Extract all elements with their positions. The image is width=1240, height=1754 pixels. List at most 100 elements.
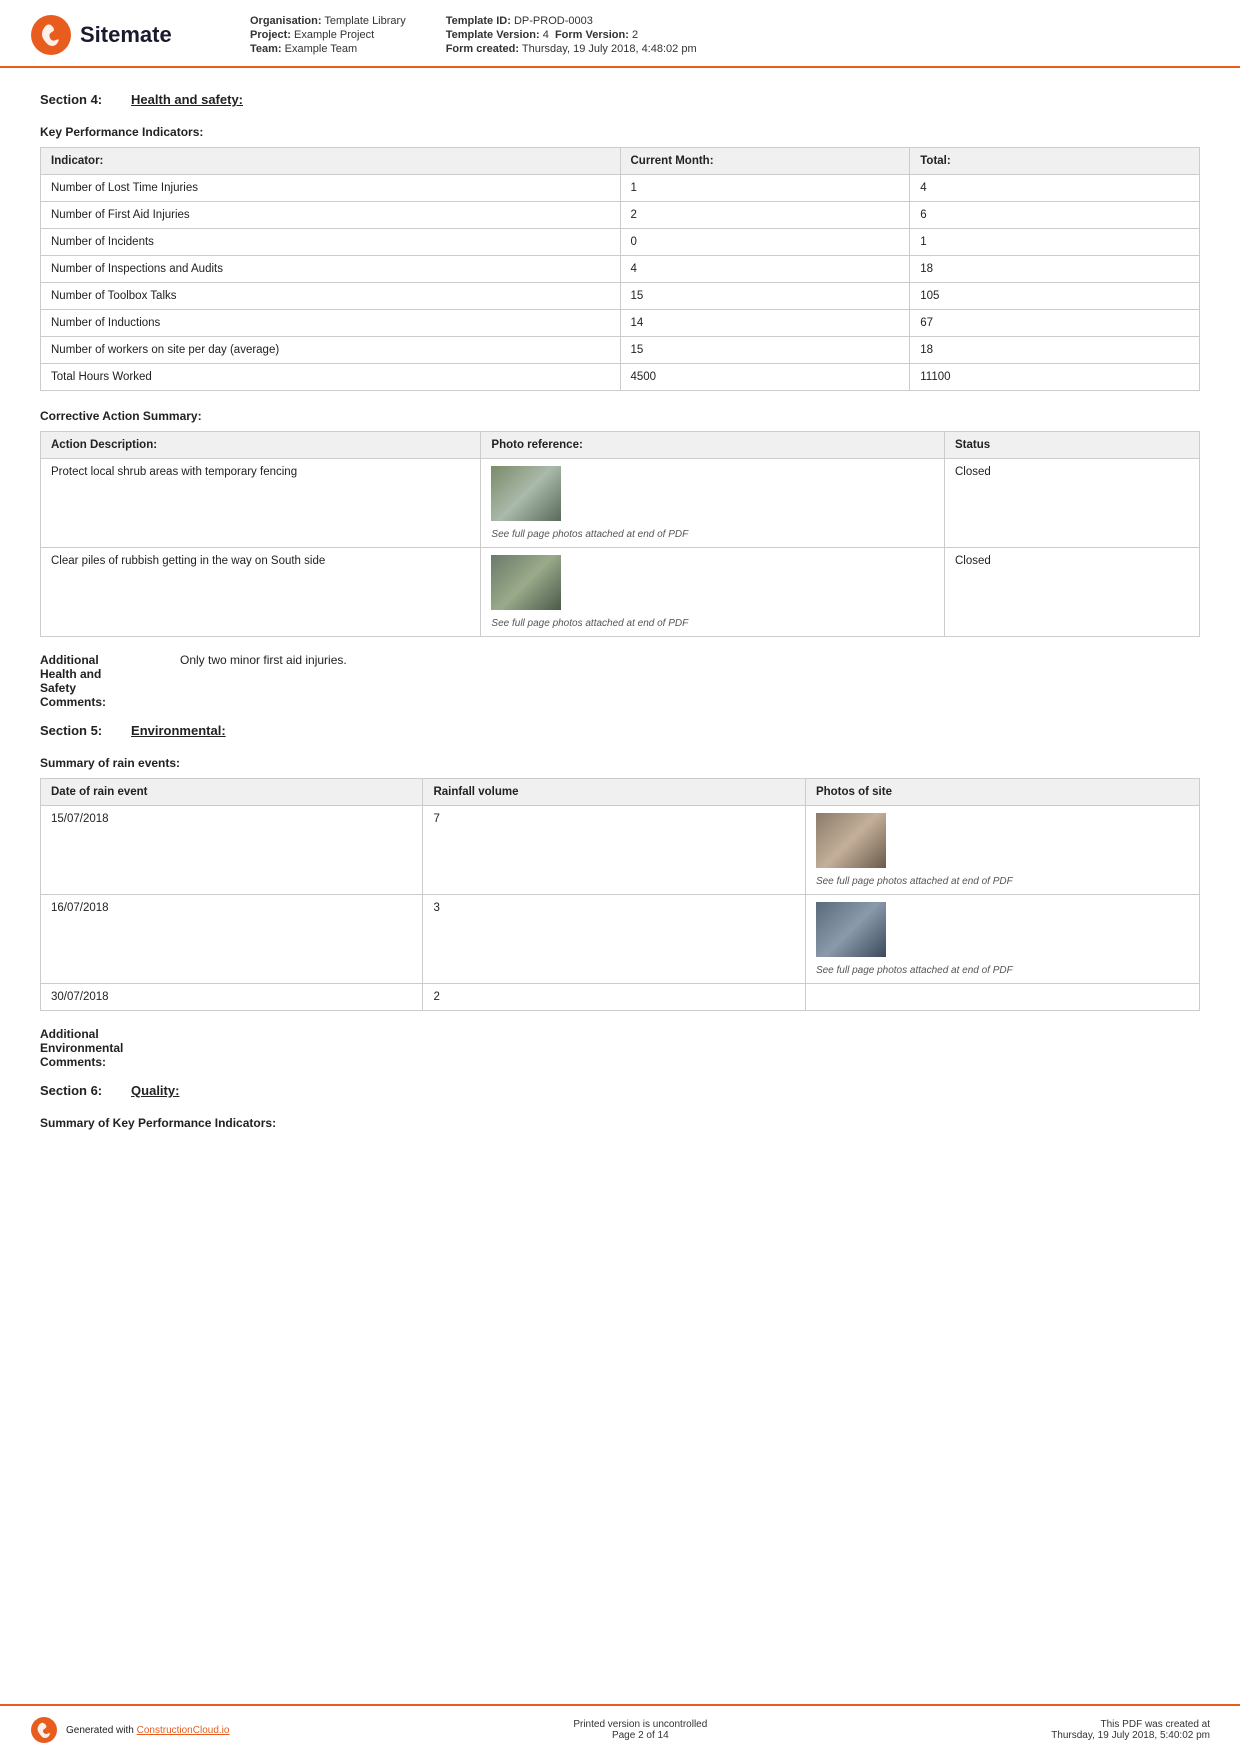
section5-heading: Section 5: Environmental:	[40, 723, 1200, 738]
rain-date: 15/07/2018	[41, 806, 423, 895]
rain-volume: 7	[423, 806, 805, 895]
rain-volume: 3	[423, 895, 805, 984]
meta-right: Template ID: DP-PROD-0003 Template Versi…	[446, 15, 697, 55]
rain-col-volume: Rainfall volume	[423, 779, 805, 806]
table-row: Protect local shrub areas with temporary…	[41, 459, 1200, 548]
kpi-total: 6	[910, 202, 1200, 229]
table-row: Number of Lost Time Injuries 1 4	[41, 175, 1200, 202]
kpi-total: 18	[910, 256, 1200, 283]
kpi-indicator: Number of First Aid Injuries	[41, 202, 621, 229]
ca-description: Clear piles of rubbish getting in the wa…	[41, 548, 481, 637]
rain-col-date: Date of rain event	[41, 779, 423, 806]
kpi-total: 11100	[910, 364, 1200, 391]
kpi-col-total: Total:	[910, 148, 1200, 175]
health-comments-text: Only two minor first aid injuries.	[180, 653, 347, 709]
table-row: Number of First Aid Injuries 2 6	[41, 202, 1200, 229]
kpi-month: 1	[620, 175, 910, 202]
rain-events-table: Date of rain event Rainfall volume Photo…	[40, 778, 1200, 1011]
kpi-total: 18	[910, 337, 1200, 364]
kpi-indicator: Number of Inductions	[41, 310, 621, 337]
photo-thumbnail	[491, 466, 561, 521]
kpi-month: 15	[620, 283, 910, 310]
photo-thumbnail	[491, 555, 561, 610]
kpi-month: 4500	[620, 364, 910, 391]
page-footer: Generated with ConstructionCloud.io Prin…	[0, 1704, 1240, 1754]
ca-photo: See full page photos attached at end of …	[481, 548, 945, 637]
table-row: Number of workers on site per day (avera…	[41, 337, 1200, 364]
logo-text: Sitemate	[80, 22, 172, 48]
kpi-col-indicator: Indicator:	[41, 148, 621, 175]
meta-left: Organisation: Template Library Project: …	[250, 15, 406, 55]
photo-caption: See full page photos attached at end of …	[491, 618, 688, 629]
rain-photos	[805, 984, 1199, 1011]
footer-logo-icon	[30, 1716, 58, 1744]
ca-description: Protect local shrub areas with temporary…	[41, 459, 481, 548]
quality-kpi-heading: Summary of Key Performance Indicators:	[40, 1116, 1200, 1130]
table-row: 30/07/2018 2	[41, 984, 1200, 1011]
kpi-total: 4	[910, 175, 1200, 202]
form-created-row: Form created: Thursday, 19 July 2018, 4:…	[446, 43, 697, 55]
project-row: Project: Example Project	[250, 29, 406, 41]
logo-area: Sitemate	[30, 14, 210, 56]
kpi-month: 15	[620, 337, 910, 364]
ca-col-photo: Photo reference:	[481, 432, 945, 459]
kpi-table: Indicator: Current Month: Total: Number …	[40, 147, 1200, 391]
org-row: Organisation: Template Library	[250, 15, 406, 27]
rain-col-photos: Photos of site	[805, 779, 1199, 806]
table-row: Number of Inductions 14 67	[41, 310, 1200, 337]
kpi-indicator: Number of Lost Time Injuries	[41, 175, 621, 202]
section4-heading: Section 4: Health and safety:	[40, 92, 1200, 107]
table-row: Number of Toolbox Talks 15 105	[41, 283, 1200, 310]
table-row: Clear piles of rubbish getting in the wa…	[41, 548, 1200, 637]
kpi-indicator: Number of workers on site per day (avera…	[41, 337, 621, 364]
ca-heading: Corrective Action Summary:	[40, 409, 1200, 423]
table-row: Number of Inspections and Audits 4 18	[41, 256, 1200, 283]
header-metadata: Organisation: Template Library Project: …	[250, 15, 1210, 55]
rain-photos: See full page photos attached at end of …	[805, 895, 1199, 984]
kpi-indicator: Number of Inspections and Audits	[41, 256, 621, 283]
main-content: Section 4: Health and safety: Key Perfor…	[0, 68, 1240, 1162]
table-row: 15/07/2018 7 See full page photos attach…	[41, 806, 1200, 895]
ca-status: Closed	[945, 548, 1200, 637]
photo-thumbnail	[816, 813, 886, 868]
footer-right: This PDF was created at Thursday, 19 Jul…	[1051, 1719, 1210, 1741]
table-row: Total Hours Worked 4500 11100	[41, 364, 1200, 391]
table-row: Number of Incidents 0 1	[41, 229, 1200, 256]
kpi-total: 67	[910, 310, 1200, 337]
kpi-indicator: Total Hours Worked	[41, 364, 621, 391]
ca-photo: See full page photos attached at end of …	[481, 459, 945, 548]
rain-heading: Summary of rain events:	[40, 756, 1200, 770]
rain-date: 16/07/2018	[41, 895, 423, 984]
template-version-row: Template Version: 4 Form Version: 2	[446, 29, 697, 41]
photo-caption: See full page photos attached at end of …	[816, 876, 1013, 887]
health-comments-row: AdditionalHealth andSafetyComments: Only…	[40, 653, 1200, 709]
page-header: Sitemate Organisation: Template Library …	[0, 0, 1240, 68]
env-comments-row: AdditionalEnvironmentalComments:	[40, 1027, 1200, 1069]
ca-col-status: Status	[945, 432, 1200, 459]
kpi-heading: Key Performance Indicators:	[40, 125, 1200, 139]
kpi-month: 4	[620, 256, 910, 283]
kpi-total: 105	[910, 283, 1200, 310]
footer-left: Generated with ConstructionCloud.io	[30, 1716, 229, 1744]
table-row: 16/07/2018 3 See full page photos attach…	[41, 895, 1200, 984]
team-row: Team: Example Team	[250, 43, 406, 55]
section6-heading: Section 6: Quality:	[40, 1083, 1200, 1098]
footer-link[interactable]: ConstructionCloud.io	[137, 1725, 230, 1736]
kpi-month: 2	[620, 202, 910, 229]
photo-caption: See full page photos attached at end of …	[491, 529, 688, 540]
photo-caption: See full page photos attached at end of …	[816, 965, 1013, 976]
footer-center: Printed version is uncontrolled Page 2 o…	[573, 1719, 707, 1741]
rain-volume: 2	[423, 984, 805, 1011]
rain-date: 30/07/2018	[41, 984, 423, 1011]
corrective-action-table: Action Description: Photo reference: Sta…	[40, 431, 1200, 637]
kpi-indicator: Number of Incidents	[41, 229, 621, 256]
sitemate-logo-icon	[30, 14, 72, 56]
kpi-total: 1	[910, 229, 1200, 256]
kpi-indicator: Number of Toolbox Talks	[41, 283, 621, 310]
rain-photos: See full page photos attached at end of …	[805, 806, 1199, 895]
template-id-row: Template ID: DP-PROD-0003	[446, 15, 697, 27]
env-comments-label: AdditionalEnvironmentalComments:	[40, 1027, 180, 1069]
ca-status: Closed	[945, 459, 1200, 548]
kpi-month: 14	[620, 310, 910, 337]
ca-col-action: Action Description:	[41, 432, 481, 459]
